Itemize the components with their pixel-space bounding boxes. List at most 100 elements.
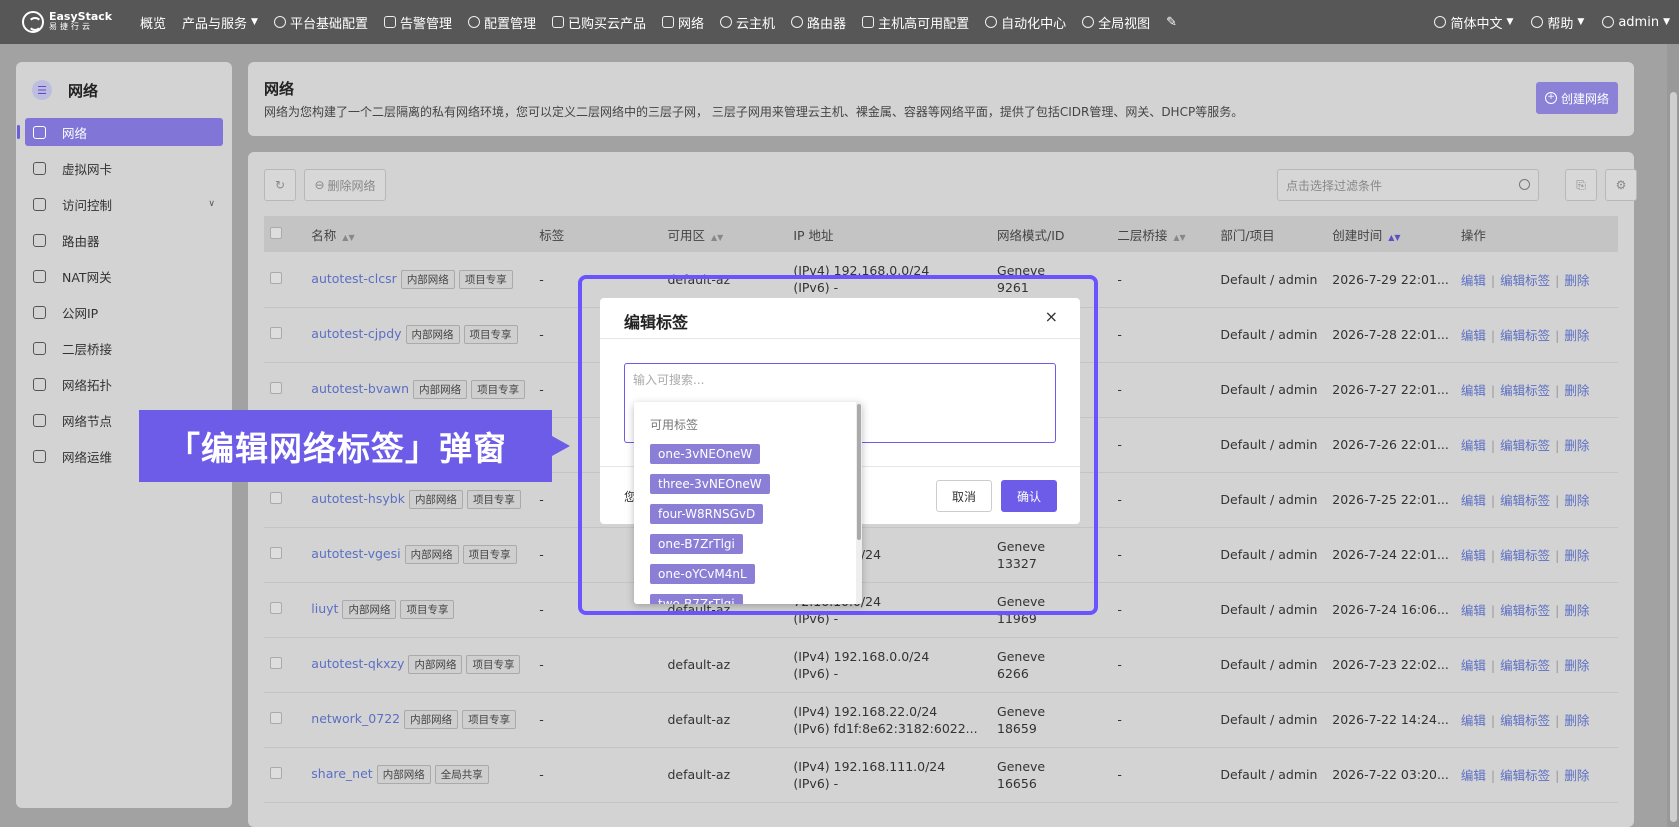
nav-purchased[interactable]: 已购买云产品	[544, 13, 654, 32]
nav-host-ha[interactable]: 主机高可用配置	[854, 13, 977, 32]
cancel-button[interactable]: 取消	[936, 480, 992, 512]
delete-link[interactable]: 删除	[1564, 383, 1589, 398]
edit-link[interactable]: 编辑	[1461, 493, 1486, 508]
sidebar-item-topology[interactable]: 网络拓扑	[25, 370, 223, 398]
row-checkbox[interactable]	[270, 602, 282, 614]
settings-button[interactable]: ⚙	[1605, 169, 1637, 201]
edit-link[interactable]: 编辑	[1461, 328, 1486, 343]
row-checkbox[interactable]	[270, 547, 282, 559]
delete-link[interactable]: 删除	[1564, 328, 1589, 343]
edit-link[interactable]: 编辑	[1461, 603, 1486, 618]
edit-link[interactable]: 编辑	[1461, 273, 1486, 288]
row-checkbox[interactable]	[270, 712, 282, 724]
nav-config[interactable]: 配置管理	[460, 13, 544, 32]
edit-tags-link[interactable]: 编辑标签	[1500, 383, 1550, 398]
filter-search-input[interactable]: 点击选择过滤条件	[1277, 169, 1539, 201]
nav-platform-config[interactable]: 平台基础配置	[266, 13, 376, 32]
available-tag[interactable]: two-B7ZrTlgi	[650, 594, 743, 604]
row-checkbox[interactable]	[270, 657, 282, 669]
refresh-button[interactable]: ↻	[264, 169, 296, 201]
edit-link[interactable]: 编辑	[1461, 768, 1486, 783]
nav-automation[interactable]: 自动化中心	[977, 13, 1074, 32]
edit-link[interactable]: 编辑	[1461, 713, 1486, 728]
edit-tags-link[interactable]: 编辑标签	[1500, 603, 1550, 618]
user-menu[interactable]: admin ▼	[1593, 15, 1679, 30]
delete-link[interactable]: 删除	[1564, 438, 1589, 453]
edit-tags-link[interactable]: 编辑标签	[1500, 438, 1550, 453]
edit-tags-link[interactable]: 编辑标签	[1500, 328, 1550, 343]
available-tag[interactable]: four-W8RNSGvD	[650, 504, 764, 524]
edit-link[interactable]: 编辑	[1461, 658, 1486, 673]
row-checkbox[interactable]	[270, 492, 282, 504]
available-tag[interactable]: one-3vNEOneW	[650, 444, 761, 464]
edit-link[interactable]: 编辑	[1461, 548, 1486, 563]
sidebar-item-network[interactable]: 网络	[25, 118, 223, 146]
edit-link[interactable]: 编辑	[1461, 383, 1486, 398]
col-time[interactable]: 创建时间 ▲▼	[1326, 216, 1455, 252]
sidebar-item-l2-bridge[interactable]: 二层桥接	[25, 334, 223, 362]
gear-icon: ⚙	[1615, 178, 1627, 192]
brand-logo[interactable]: EasyStack 易捷行云	[22, 11, 132, 33]
col-name[interactable]: 名称 ▲▼	[305, 216, 533, 252]
edit-tags-link[interactable]: 编辑标签	[1500, 493, 1550, 508]
col-bridge[interactable]: 二层桥接 ▲▼	[1111, 216, 1214, 252]
menu-icon[interactable]: ☰	[32, 80, 52, 100]
confirm-button[interactable]: 确认	[1001, 480, 1057, 512]
scrollbar-thumb[interactable]	[1670, 92, 1677, 822]
edit-tags-link[interactable]: 编辑标签	[1500, 273, 1550, 288]
edit-tags-link[interactable]: 编辑标签	[1500, 658, 1550, 673]
network-name-link[interactable]: share_net	[311, 766, 372, 781]
export-button[interactable]: ⎘	[1565, 169, 1597, 201]
delete-link[interactable]: 删除	[1564, 713, 1589, 728]
nav-router[interactable]: 路由器	[783, 13, 854, 32]
network-name-link[interactable]: network_0722	[311, 711, 400, 726]
network-name-link[interactable]: autotest-vgesi	[311, 546, 400, 561]
delete-link[interactable]: 删除	[1564, 493, 1589, 508]
edit-tags-link[interactable]: 编辑标签	[1500, 713, 1550, 728]
close-icon[interactable]: ×	[1045, 307, 1058, 326]
sidebar-item-access-control[interactable]: 访问控制 ∨	[25, 190, 223, 218]
network-name-link[interactable]: autotest-bvawn	[311, 381, 409, 396]
edit-link[interactable]: 编辑	[1461, 438, 1486, 453]
edit-tags-link[interactable]: 编辑标签	[1500, 548, 1550, 563]
network-name-link[interactable]: autotest-clcsr	[311, 271, 397, 286]
nav-global-view[interactable]: 全局视图	[1074, 13, 1158, 32]
delete-network-button[interactable]: ⊖ 删除网络	[304, 169, 386, 201]
nav-cloud-host[interactable]: 云主机	[712, 13, 783, 32]
sidebar-item-router[interactable]: 路由器	[25, 226, 223, 254]
network-name-link[interactable]: autotest-hsybk	[311, 491, 405, 506]
nav-products[interactable]: 产品与服务 ▼	[174, 13, 266, 32]
col-az[interactable]: 可用区 ▲▼	[661, 216, 787, 252]
row-checkbox[interactable]	[270, 271, 282, 284]
delete-link[interactable]: 删除	[1564, 548, 1589, 563]
help-menu[interactable]: 帮助 ▼	[1522, 13, 1593, 32]
language-selector[interactable]: 简体中文 ▼	[1425, 13, 1522, 32]
network-name-link[interactable]: autotest-qkxzy	[311, 656, 404, 671]
available-tag[interactable]: one-oYCvM4nL	[650, 564, 755, 584]
select-all-checkbox[interactable]	[270, 226, 282, 239]
row-checkbox[interactable]	[270, 382, 282, 394]
available-tag[interactable]: one-B7ZrTlgi	[650, 534, 743, 554]
page-scrollbar[interactable]	[1667, 44, 1679, 827]
sidebar-item-public-ip[interactable]: 公网IP	[25, 298, 223, 326]
scrollbar-thumb[interactable]	[857, 404, 861, 540]
dropdown-scrollbar[interactable]	[856, 402, 862, 604]
pin-button[interactable]: ✎	[1158, 15, 1185, 30]
network-name-link[interactable]: liuyt	[311, 601, 338, 616]
delete-link[interactable]: 删除	[1564, 768, 1589, 783]
delete-link[interactable]: 删除	[1564, 273, 1589, 288]
sidebar-item-vnic[interactable]: 虚拟网卡	[25, 154, 223, 182]
row-checkbox[interactable]	[270, 327, 282, 339]
nav-alarm[interactable]: 告警管理	[376, 13, 460, 32]
edit-tags-link[interactable]: 编辑标签	[1500, 768, 1550, 783]
nav-network[interactable]: 网络	[654, 13, 712, 32]
az-cell: default-az	[667, 657, 731, 672]
delete-link[interactable]: 删除	[1564, 603, 1589, 618]
sidebar-item-nat[interactable]: NAT网关	[25, 262, 223, 290]
network-name-link[interactable]: autotest-cjpdy	[311, 326, 401, 341]
delete-link[interactable]: 删除	[1564, 658, 1589, 673]
available-tag[interactable]: three-3vNEOneW	[650, 474, 770, 494]
create-network-button[interactable]: + 创建网络	[1536, 82, 1618, 114]
nav-overview[interactable]: 概览	[132, 13, 174, 32]
row-checkbox[interactable]	[270, 767, 282, 779]
